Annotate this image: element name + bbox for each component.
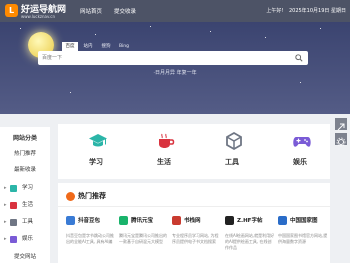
site-logo-icon[interactable]: L [5, 4, 18, 17]
cube-icon [226, 131, 242, 151]
sidebar-item-label: 工具 [22, 219, 34, 225]
category-study[interactable]: 学习 [58, 124, 126, 179]
fire-icon [66, 192, 75, 201]
game-controller-icon [293, 137, 311, 147]
graduation-cap-icon [89, 134, 107, 147]
search-box [38, 51, 308, 65]
site-url: www.luckznav.cn [21, 14, 56, 19]
settings-button[interactable] [335, 133, 347, 147]
star-decoration [20, 28, 21, 29]
nlc-logo-icon [278, 216, 287, 225]
hot-recommendations: 热门推荐 抖音豆包 抖音豆包是字节跳动公司推出的全能AI工具, 具有AI编 腾讯… [58, 183, 330, 263]
engine-tab-bing[interactable]: Bing [116, 42, 132, 51]
expand-icon [337, 123, 345, 131]
coffee-cup-icon [10, 202, 17, 209]
sidebar-item-label: 学习 [22, 185, 34, 191]
engine-tab-site[interactable]: 站内 [80, 42, 96, 51]
category-panel: 学习 生活 工具 娱乐 [58, 124, 330, 179]
category-label: 学习 [89, 158, 103, 166]
site-card-name: 书栈网 [184, 218, 201, 224]
sidebar-item-label: 娱乐 [22, 236, 34, 242]
yuanbao-logo-icon [119, 216, 128, 225]
site-card-name: Z.HF字帖 [237, 218, 263, 224]
sidebar-item-label: 热门推荐 [13, 151, 36, 157]
section-title: 热门推荐 [78, 192, 106, 200]
hero-search-area: 百度 站内 搜狗 Bing ·日月月异 年复一年 [0, 22, 350, 114]
slogan-text: ·日月月异 年复一年 [153, 70, 197, 76]
star-decoration [210, 31, 211, 32]
chevron-right-icon: ▸ [4, 202, 7, 208]
chevron-right-icon: ▸ [4, 219, 7, 225]
category-label: 生活 [157, 158, 171, 166]
date-greeting: 上午好! 2025年10月19日 星期日 [266, 7, 346, 14]
site-card-name: 中国国家图 [290, 218, 318, 224]
nav-submit-link[interactable]: 提交收录 [114, 7, 136, 15]
category-sidebar: 网站分类 热门推荐 最新收录 ▸ 学习 ▸ 生活 ▸ 工具 ▸ 娱乐 提交网站 [0, 127, 50, 263]
sidebar-item-life[interactable]: ▸ 生活 [0, 199, 50, 211]
coffee-cup-icon [159, 133, 175, 148]
sidebar-item-entertainment[interactable]: ▸ 娱乐 [0, 233, 50, 245]
category-label: 工具 [225, 158, 239, 166]
site-card-desc: 在线AI绘画网站,就是利用好的AI提供绘画工具, 在线创作作品 [225, 233, 275, 250]
sidebar-item-study[interactable]: ▸ 学习 [0, 182, 50, 194]
category-entertainment[interactable]: 娱乐 [262, 124, 330, 179]
site-card[interactable]: 抖音豆包 抖音豆包是字节跳动公司推出的全能AI工具, 具有AI编 [66, 213, 118, 263]
search-icon[interactable] [295, 54, 303, 62]
star-decoration [300, 82, 301, 83]
gear-icon [336, 137, 346, 147]
category-life[interactable]: 生活 [126, 124, 194, 179]
chevron-right-icon: ▸ [4, 236, 7, 242]
greeting-text: 上午好! [266, 8, 284, 14]
star-decoration [150, 26, 151, 27]
site-card[interactable]: 中国国家图 中国国家图书馆官方网站,提供海量数字资源 [278, 213, 330, 263]
site-card-name: 抖音豆包 [78, 218, 101, 224]
sidebar-item-label: 提交网站 [13, 254, 36, 260]
engine-tab-sogou[interactable]: 搜狗 [98, 42, 114, 51]
engine-tab-baidu[interactable]: 百度 [62, 42, 78, 51]
site-card[interactable]: 书栈网 专业程序员学习网站, 为程序员提供电子书文档搜索 [172, 213, 224, 263]
shuzhan-logo-icon [172, 216, 181, 225]
sidebar-item-submit[interactable]: 提交网站 [0, 251, 50, 263]
category-label: 娱乐 [293, 158, 307, 166]
sidebar-item-tools[interactable]: ▸ 工具 [0, 216, 50, 228]
sidebar-title: 网站分类 [12, 135, 37, 142]
site-card-desc: 抖音豆包是字节跳动公司推出的全能AI工具, 具有AI编 [66, 233, 114, 244]
site-card-name: 腾讯元宝 [131, 218, 154, 224]
star-decoration [95, 34, 96, 35]
top-bar: L 好运导航网 www.luckznav.cn 网站首页 提交收录 上午好! 2… [0, 0, 350, 22]
date-text: 2025年10月19日 星期日 [288, 8, 346, 14]
chevron-right-icon: ▸ [4, 185, 7, 191]
star-decoration [70, 92, 71, 93]
game-controller-icon [10, 236, 17, 243]
sidebar-item-label: 生活 [22, 202, 34, 208]
site-card[interactable]: Z.HF字帖 在线AI绘画网站,就是利用好的AI提供绘画工具, 在线创作作品 [225, 213, 277, 263]
sidebar-item-hot[interactable]: 热门推荐 [0, 148, 50, 160]
sidebar-item-latest[interactable]: 最新收录 [0, 164, 50, 176]
sidebar-item-label: 最新收录 [13, 167, 36, 173]
nav-home-link[interactable]: 网站首页 [80, 7, 102, 15]
graduation-cap-icon [10, 185, 17, 192]
zhf-logo-icon [225, 216, 234, 225]
search-input[interactable] [38, 51, 282, 65]
site-card-desc: 中国国家图书馆官方网站,提供海量数字资源 [278, 233, 328, 244]
site-card-desc: 专业程序员学习网站, 为程序员提供电子书文档搜索 [172, 233, 219, 244]
site-card-desc: 腾讯元宝是腾讯公司推出的一款基于自研混元大模型 [119, 233, 167, 244]
category-tools[interactable]: 工具 [194, 124, 262, 179]
divider [58, 206, 330, 207]
site-card[interactable]: 腾讯元宝 腾讯元宝是腾讯公司推出的一款基于自研混元大模型 [119, 213, 171, 263]
expand-button[interactable] [335, 118, 347, 131]
star-decoration [320, 28, 321, 29]
star-decoration [265, 37, 266, 38]
doubao-logo-icon [66, 216, 75, 225]
cube-icon [10, 219, 17, 226]
